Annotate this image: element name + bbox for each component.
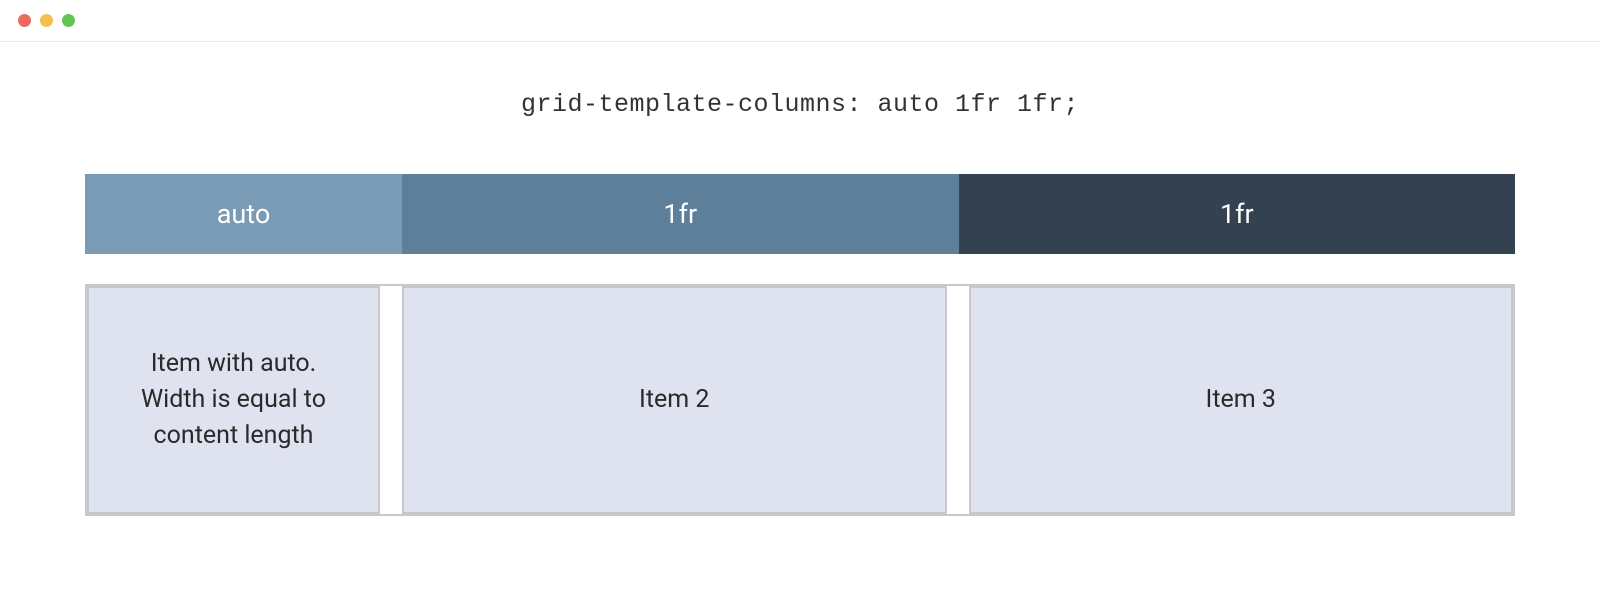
maximize-icon[interactable] (62, 14, 75, 27)
window-titlebar (0, 0, 1600, 42)
grid-item-3: Item 3 (969, 286, 1514, 514)
code-caption: grid-template-columns: auto 1fr 1fr; (85, 90, 1515, 119)
grid-item-2: Item 2 (402, 286, 947, 514)
grid-item-auto: Item with auto. Width is equal to conten… (87, 286, 380, 514)
close-icon[interactable] (18, 14, 31, 27)
grid-container: Item with auto. Width is equal to conten… (85, 284, 1515, 516)
diagram-content: grid-template-columns: auto 1fr 1fr; aut… (0, 42, 1600, 516)
header-auto: auto (85, 174, 402, 254)
header-1fr-second: 1fr (959, 174, 1516, 254)
column-headers: auto 1fr 1fr (85, 174, 1515, 254)
header-1fr-first: 1fr (402, 174, 959, 254)
minimize-icon[interactable] (40, 14, 53, 27)
